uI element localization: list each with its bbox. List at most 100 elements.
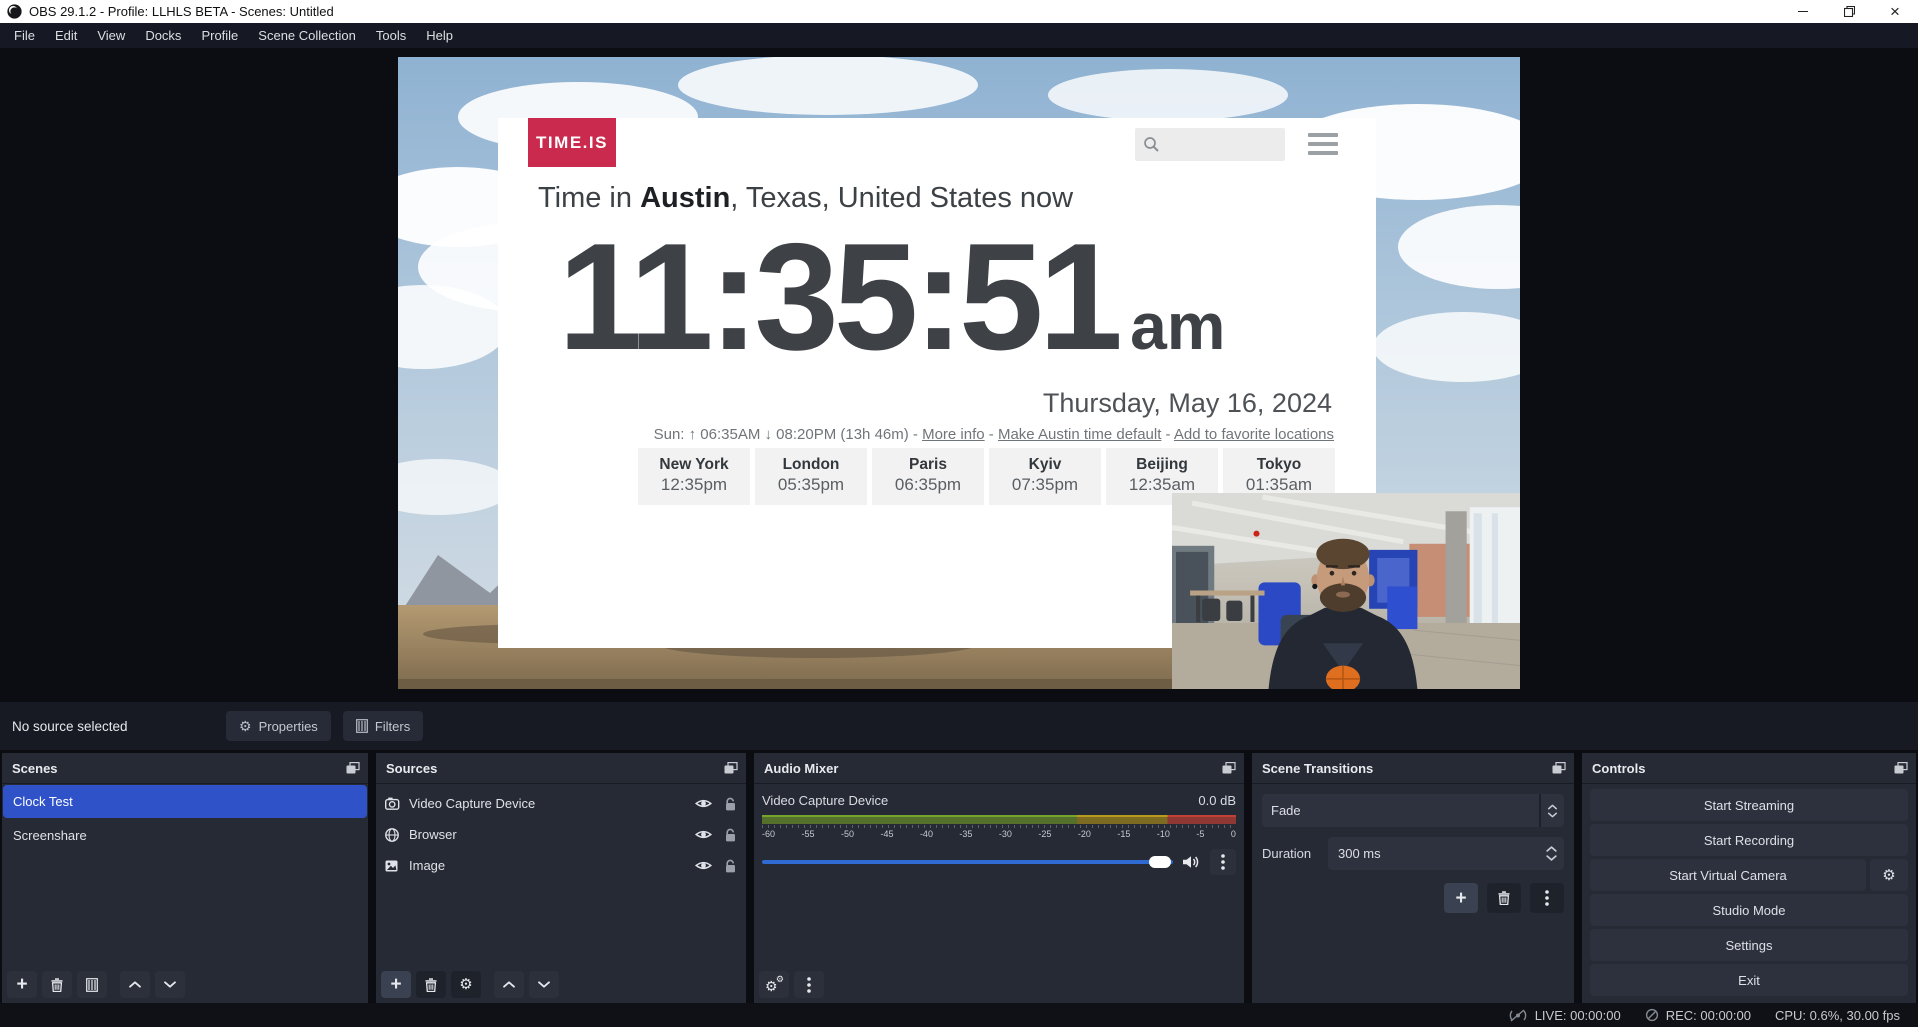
add-source-button[interactable]: + <box>381 971 411 998</box>
search-icon <box>1143 136 1160 153</box>
menu-edit[interactable]: Edit <box>45 23 87 48</box>
settings-button[interactable]: Settings <box>1590 929 1908 961</box>
audio-mixer-panel-header[interactable]: Audio Mixer <box>754 753 1244 784</box>
preview-canvas[interactable]: TIME.IS Time in Austin, Texas, United St… <box>398 57 1520 689</box>
move-scene-up-button[interactable] <box>120 971 150 998</box>
controls-panel-header[interactable]: Controls <box>1582 753 1916 784</box>
unlock-icon[interactable] <box>725 828 736 842</box>
plus-icon: + <box>16 975 27 994</box>
start-streaming-button[interactable]: Start Streaming <box>1590 789 1908 821</box>
virtual-camera-config-button[interactable]: ⚙ <box>1870 859 1908 891</box>
visibility-eye-icon[interactable] <box>695 828 712 841</box>
source-row-image[interactable]: Image <box>376 850 746 881</box>
menu-file[interactable]: File <box>4 23 45 48</box>
visibility-eye-icon[interactable] <box>695 797 712 810</box>
title-bar: OBS 29.1.2 - Profile: LLHLS BETA - Scene… <box>0 0 1918 23</box>
scenes-panel-header[interactable]: Scenes <box>2 753 368 784</box>
move-source-up-button[interactable] <box>494 971 524 998</box>
filters-icon <box>356 719 368 733</box>
chevron-up-icon <box>129 981 141 988</box>
timeis-clock: 11:35:51 am <box>558 214 1225 381</box>
transition-select[interactable]: Fade <box>1262 794 1564 827</box>
popout-icon[interactable] <box>724 762 738 774</box>
scene-transitions-panel-header[interactable]: Scene Transitions <box>1252 753 1574 784</box>
add-transition-button[interactable]: + <box>1444 883 1478 913</box>
source-row-video-capture[interactable]: Video Capture Device <box>376 788 746 819</box>
add-scene-button[interactable]: + <box>7 971 37 998</box>
camera-icon <box>385 797 400 810</box>
audio-mixer-panel: Audio Mixer Video Capture Device 0.0 dB … <box>754 753 1244 1003</box>
remove-scene-button[interactable] <box>42 971 72 998</box>
menu-tools[interactable]: Tools <box>366 23 416 48</box>
sources-panel-header[interactable]: Sources <box>376 753 746 784</box>
filters-icon <box>86 978 98 992</box>
menu-help[interactable]: Help <box>416 23 463 48</box>
move-scene-down-button[interactable] <box>155 971 185 998</box>
audio-mixer-toolbar: ⚙⚙ <box>759 971 824 998</box>
meter-scale: -60-55-50-45-40-35-30-25-20-15-10-50 <box>762 829 1236 839</box>
spin-up-icon[interactable] <box>1546 846 1557 852</box>
filters-button[interactable]: Filters <box>343 711 423 741</box>
webcam-source[interactable] <box>1172 493 1520 689</box>
window-title: OBS 29.1.2 - Profile: LLHLS BETA - Scene… <box>29 4 1780 19</box>
make-default-link: Make Austin time default <box>998 426 1161 443</box>
source-row-browser[interactable]: Browser <box>376 819 746 850</box>
duration-spinbox[interactable]: 300 ms <box>1328 837 1564 870</box>
remove-transition-button[interactable] <box>1487 883 1521 913</box>
studio-mode-button[interactable]: Studio Mode <box>1590 894 1908 926</box>
close-icon: × <box>1890 2 1900 22</box>
plus-icon: + <box>390 975 401 994</box>
remove-source-button[interactable] <box>416 971 446 998</box>
city-london: London05:35pm <box>755 448 867 505</box>
menu-docks[interactable]: Docks <box>135 23 191 48</box>
minimize-icon <box>1798 11 1808 13</box>
source-properties-button[interactable]: ⚙ <box>451 971 481 998</box>
scene-filters-button[interactable] <box>77 971 107 998</box>
advanced-audio-button[interactable]: ⚙⚙ <box>759 971 789 998</box>
transition-select-arrows[interactable] <box>1539 794 1564 827</box>
popout-icon[interactable] <box>346 762 360 774</box>
status-bar: LIVE: 00:00:00 REC: 00:00:00 CPU: 0.6%, … <box>0 1003 1918 1027</box>
menu-view[interactable]: View <box>87 23 135 48</box>
dots-vertical-icon <box>807 977 811 993</box>
preview-area: TIME.IS Time in Austin, Texas, United St… <box>0 48 1918 702</box>
scene-item-screenshare[interactable]: Screenshare <box>3 819 367 852</box>
start-virtual-camera-button[interactable]: Start Virtual Camera <box>1590 859 1866 891</box>
chevron-down-icon <box>1548 812 1557 818</box>
plus-icon: + <box>1455 889 1466 908</box>
city-new-york: New York12:35pm <box>638 448 750 505</box>
volume-slider[interactable] <box>762 860 1173 864</box>
gear-icon: ⚙ <box>239 718 252 735</box>
volume-slider-handle[interactable] <box>1149 856 1171 868</box>
start-recording-button[interactable]: Start Recording <box>1590 824 1908 856</box>
close-button[interactable]: × <box>1872 0 1918 23</box>
menu-profile[interactable]: Profile <box>191 23 248 48</box>
mixer-menu-button[interactable] <box>794 971 824 998</box>
unlock-icon[interactable] <box>725 859 736 873</box>
restore-button[interactable] <box>1826 0 1872 23</box>
visibility-eye-icon[interactable] <box>695 859 712 872</box>
exit-button[interactable]: Exit <box>1590 964 1908 996</box>
speaker-icon[interactable] <box>1182 855 1201 869</box>
scene-item-clock-test[interactable]: Clock Test <box>3 785 367 818</box>
trash-icon <box>51 978 63 992</box>
popout-icon[interactable] <box>1894 762 1908 774</box>
mixer-channel-menu-button[interactable] <box>1210 849 1236 875</box>
chevron-up-icon <box>503 981 515 988</box>
properties-button[interactable]: ⚙ Properties <box>226 711 331 741</box>
spin-down-icon[interactable] <box>1546 855 1557 861</box>
chevron-up-icon <box>1548 804 1557 810</box>
mixer-channel-name: Video Capture Device <box>762 793 888 808</box>
popout-icon[interactable] <box>1222 762 1236 774</box>
chevron-down-icon <box>538 981 550 988</box>
dots-vertical-icon <box>1545 890 1549 906</box>
transition-menu-button[interactable] <box>1530 883 1564 913</box>
move-source-down-button[interactable] <box>529 971 559 998</box>
mixer-level-db: 0.0 dB <box>1198 793 1236 808</box>
timeis-date: Thursday, May 16, 2024 <box>1043 388 1332 419</box>
minimize-button[interactable] <box>1780 0 1826 23</box>
popout-icon[interactable] <box>1552 762 1566 774</box>
unlock-icon[interactable] <box>725 797 736 811</box>
globe-icon <box>385 828 399 842</box>
menu-scene-collection[interactable]: Scene Collection <box>248 23 366 48</box>
